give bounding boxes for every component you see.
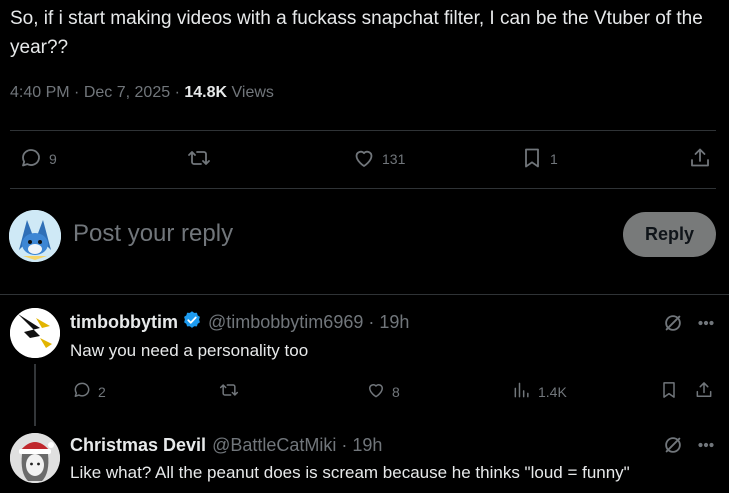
reply-input[interactable]: Post your reply: [73, 220, 233, 248]
post-date[interactable]: Dec 7, 2025: [84, 84, 170, 101]
display-name[interactable]: timbobbytim: [70, 312, 178, 333]
analytics-icon: [512, 380, 532, 403]
like-count: 8: [392, 383, 400, 400]
share-action[interactable]: [688, 130, 712, 188]
bookmark-action[interactable]: 1: [520, 130, 558, 188]
reply-header: Christmas Devil @BattleCatMiki · 19h: [70, 435, 382, 456]
grok-icon[interactable]: [662, 434, 684, 456]
reply-count: 9: [49, 151, 57, 167]
share-icon: [694, 380, 714, 403]
share-action[interactable]: [694, 380, 714, 403]
reply-header: timbobbytim @timbobbytim6969 · 19h: [70, 310, 409, 335]
repost-action[interactable]: [219, 380, 239, 403]
thread-line: [34, 364, 36, 426]
like-action[interactable]: 131: [352, 130, 405, 188]
heart-icon: [352, 146, 376, 173]
bookmark-count: 1: [550, 151, 558, 167]
avatar[interactable]: [10, 433, 60, 483]
user-handle[interactable]: @timbobbytim6969 · 19h: [208, 312, 409, 333]
user-handle[interactable]: @BattleCatMiki · 19h: [212, 435, 382, 456]
reply-count: 2: [98, 383, 106, 400]
post-action-bar: 9 131 1: [0, 130, 729, 188]
post-text: So, if i start making videos with a fuck…: [10, 8, 703, 58]
reply-action[interactable]: 9: [19, 130, 57, 188]
meta-separator: ·: [174, 84, 180, 101]
meta-separator: ·: [74, 84, 80, 101]
divider: [10, 188, 716, 189]
heart-icon: [366, 380, 386, 403]
views-label: Views: [231, 84, 274, 101]
bookmark-action[interactable]: [659, 380, 679, 403]
repost-icon: [187, 146, 211, 173]
reply-button[interactable]: Reply: [623, 212, 716, 257]
post-meta: 4:40 PM · Dec 7, 2025 · 14.8K Views: [10, 84, 274, 102]
comment-icon: [19, 146, 43, 173]
grok-icon[interactable]: [662, 312, 684, 334]
user-avatar[interactable]: [9, 210, 61, 262]
views-count: 14.8K: [184, 84, 228, 101]
display-name[interactable]: Christmas Devil: [70, 435, 206, 456]
views-count: 1.4K: [538, 383, 567, 400]
more-icon[interactable]: [695, 312, 717, 334]
reply-text: Like what? All the peanut does is scream…: [70, 463, 630, 482]
comment-icon: [72, 380, 92, 403]
share-icon: [688, 146, 712, 173]
views-action[interactable]: 1.4K: [512, 380, 567, 403]
more-icon[interactable]: [695, 434, 717, 456]
bookmark-icon: [520, 146, 544, 173]
reply-item[interactable]: Christmas Devil @BattleCatMiki · 19h Lik…: [0, 426, 729, 493]
bookmark-icon: [659, 380, 679, 403]
reply-item[interactable]: timbobbytim @timbobbytim6969 · 19h Naw y…: [0, 296, 729, 426]
like-count: 131: [382, 151, 406, 167]
post-time[interactable]: 4:40 PM: [10, 84, 70, 101]
repost-icon: [219, 380, 239, 403]
reply-text: Naw you need a personality too: [70, 341, 309, 360]
reply-action[interactable]: 2: [72, 380, 106, 403]
divider: [0, 294, 729, 295]
verified-badge-icon: [178, 310, 202, 335]
repost-action[interactable]: [187, 130, 211, 188]
avatar[interactable]: [10, 308, 60, 358]
like-action[interactable]: 8: [366, 380, 400, 403]
